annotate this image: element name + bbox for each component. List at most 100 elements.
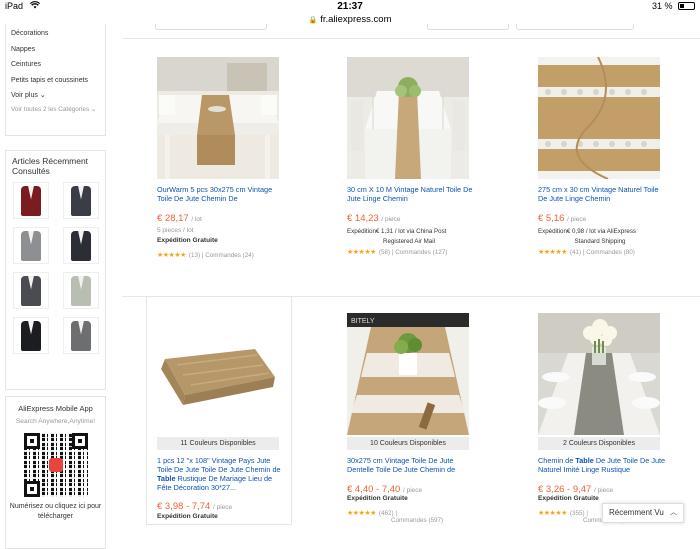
product-title[interactable]: 30 cm X 10 M Vintage Naturel Toile De Ju…: [347, 185, 475, 203]
rating-count[interactable]: (58): [379, 249, 390, 256]
price-value: € 3,26 - 9,47: [538, 484, 592, 495]
qr-code[interactable]: [23, 433, 88, 497]
product-title[interactable]: 1 pcs 12 "x 108" Vintage Pays Jute Toile…: [157, 456, 285, 492]
mobile-app-download-text[interactable]: Numérisez ou cliquez ici pour télécharge…: [6, 502, 105, 522]
orders-count[interactable]: Commandes (24): [205, 252, 254, 259]
title-part: Chemin de: [538, 456, 576, 465]
battery-icon: [678, 2, 695, 10]
recent-item-thumbnail[interactable]: [63, 272, 99, 309]
colors-available-badge: 10 Couleurs Disponibles: [347, 437, 469, 450]
lot-size: 5 pieces / lot: [157, 227, 194, 234]
rating-count[interactable]: (41): [570, 249, 581, 256]
product-price: € 3,98 - 7,74 / piece: [157, 501, 232, 512]
lock-icon: 🔒: [308, 17, 318, 24]
shipping-method: Standard Shipping: [574, 238, 626, 245]
price-unit: / piece: [403, 487, 423, 494]
title-part: 1 pcs 12 "x 108" Vintage Pays Jute Toile…: [157, 456, 281, 474]
category-item-tapis[interactable]: Petits tapis et coussinets: [11, 73, 100, 89]
price-unit: / piece: [594, 487, 614, 494]
rating-count[interactable]: (13): [189, 252, 200, 259]
product-title[interactable]: 30x275 cm Vintage Toile De Jute Dentelle…: [347, 456, 475, 474]
product-rating: ★★★★★ (41) | Commandes (80): [538, 249, 635, 256]
previous-card-edge: [516, 24, 634, 30]
voir-toutes-label: Voir toutes 2 les Catégories: [11, 106, 90, 113]
mobile-app-title: AliExpress Mobile App: [18, 404, 93, 413]
recent-item-thumbnail[interactable]: [63, 182, 99, 219]
voir-plus-link[interactable]: Voir plus ⌄: [11, 88, 100, 103]
product-image[interactable]: BITELY: [347, 313, 469, 435]
shipping-info: Expédition Gratuite: [347, 495, 408, 502]
price-value: € 5,16: [538, 213, 565, 224]
status-time: 21:37: [337, 1, 363, 12]
recently-viewed-panel: Articles Récemment Consultés: [5, 150, 106, 390]
recent-item-thumbnail[interactable]: [13, 227, 49, 264]
voir-toutes-categories-link[interactable]: Voir toutes 2 les Catégories ⌄: [11, 103, 100, 116]
product-image[interactable]: [347, 57, 469, 179]
price-value: € 3,98 - 7,74: [157, 501, 211, 512]
recently-viewed-button[interactable]: Récemment Vu ︿: [602, 503, 684, 523]
rating-stars-icon: ★★★★★: [347, 510, 376, 517]
orders-count[interactable]: Commandes (597): [391, 517, 443, 524]
category-item-ceintures[interactable]: Ceintures: [11, 57, 100, 73]
recent-item-thumbnail[interactable]: [13, 272, 49, 309]
product-rating: ★★★★★ (13) | Commandes (24): [157, 252, 254, 259]
product-rating: ★★★★★ (355) |: [538, 510, 588, 517]
rating-stars-icon: ★★★★★: [538, 510, 567, 517]
product-image[interactable]: [538, 57, 660, 179]
voir-plus-label: Voir plus: [11, 92, 38, 99]
product-image[interactable]: [538, 313, 660, 435]
status-right: 31 %: [652, 1, 695, 11]
title-keyword: Table: [157, 474, 176, 483]
recent-item-thumbnail[interactable]: [63, 227, 99, 264]
rating-count[interactable]: (355): [570, 510, 585, 517]
rating-stars-icon: ★★★★★: [538, 249, 567, 256]
colors-available-badge: 11 Couleurs Disponibles: [157, 437, 279, 450]
price-value: € 14,23: [347, 213, 379, 224]
shipping-info: Expédition Gratuite: [157, 513, 218, 520]
product-title[interactable]: Chemin de Table De Jute Toile De Jute Na…: [538, 456, 666, 474]
recent-item-thumbnail[interactable]: [63, 317, 99, 354]
rating-count[interactable]: (462): [379, 510, 394, 517]
recent-item-thumbnail[interactable]: [13, 317, 49, 354]
product-image[interactable]: [157, 313, 279, 435]
orders-count[interactable]: Commandes (127): [395, 249, 447, 256]
product-title[interactable]: OurWarm 5 pcs 30x275 cm Vintage Toile De…: [157, 185, 285, 203]
shipping-info: Expédition€ 1,31 / lot via China Post Reg…: [347, 227, 471, 247]
rating-stars-icon: ★★★★★: [347, 249, 376, 256]
recent-item-thumbnail[interactable]: [13, 182, 49, 219]
shipping-cost: Expédition€ 0,98 / lot via AliExpress: [538, 228, 637, 235]
title-keyword: Table: [575, 456, 594, 465]
price-unit: / piece: [567, 216, 587, 223]
product-price: € 3,26 - 9,47 / piece: [538, 484, 613, 495]
price-value: € 4,40 - 7,40: [347, 484, 401, 495]
price-unit: / piece: [213, 504, 233, 511]
category-item-decorations[interactable]: Décorations: [11, 26, 100, 42]
shipping-cost: Expédition€ 1,31 / lot via China Post: [347, 228, 447, 235]
recently-viewed-label: Récemment Vu: [609, 508, 664, 517]
shipping-method: Registered Air Mail: [383, 238, 435, 245]
product-rating: ★★★★★ (462) |: [347, 510, 397, 517]
url-text: fr.aliexpress.com: [320, 14, 392, 25]
product-price: € 5,16 / piece: [538, 213, 586, 224]
orders-count[interactable]: Commandes (80): [586, 249, 635, 256]
product-image[interactable]: [157, 57, 279, 179]
mobile-app-panel: AliExpress Mobile App Search Anywhere,An…: [5, 396, 106, 549]
chevron-up-icon: ︿: [670, 509, 677, 516]
category-list: Décorations Nappes Ceintures Petits tapi…: [5, 24, 106, 136]
category-item-nappes[interactable]: Nappes: [11, 42, 100, 58]
shipping-info: Expédition Gratuite: [538, 495, 599, 502]
mobile-app-tagline: Search Anywhere,Anytime!: [15, 418, 96, 425]
previous-card-edge: [155, 24, 267, 30]
product-title[interactable]: 275 cm x 30 cm Vintage Naturel Toile De …: [538, 185, 666, 203]
product-price: € 14,23 / piece: [347, 213, 401, 224]
row-divider: [122, 38, 700, 39]
svg-text:BITELY: BITELY: [351, 318, 375, 325]
ios-status-bar: iPad 21:37 31 %: [0, 0, 700, 14]
chevron-down-icon: ⌄: [90, 106, 97, 113]
previous-card-edge: [427, 24, 509, 30]
price-unit: / piece: [381, 216, 401, 223]
battery-percent: 31 %: [651, 1, 673, 11]
rating-stars-icon: ★★★★★: [157, 252, 186, 259]
price-unit: / lot: [191, 216, 202, 223]
product-rating: ★★★★★ (58) | Commandes (127): [347, 249, 448, 256]
